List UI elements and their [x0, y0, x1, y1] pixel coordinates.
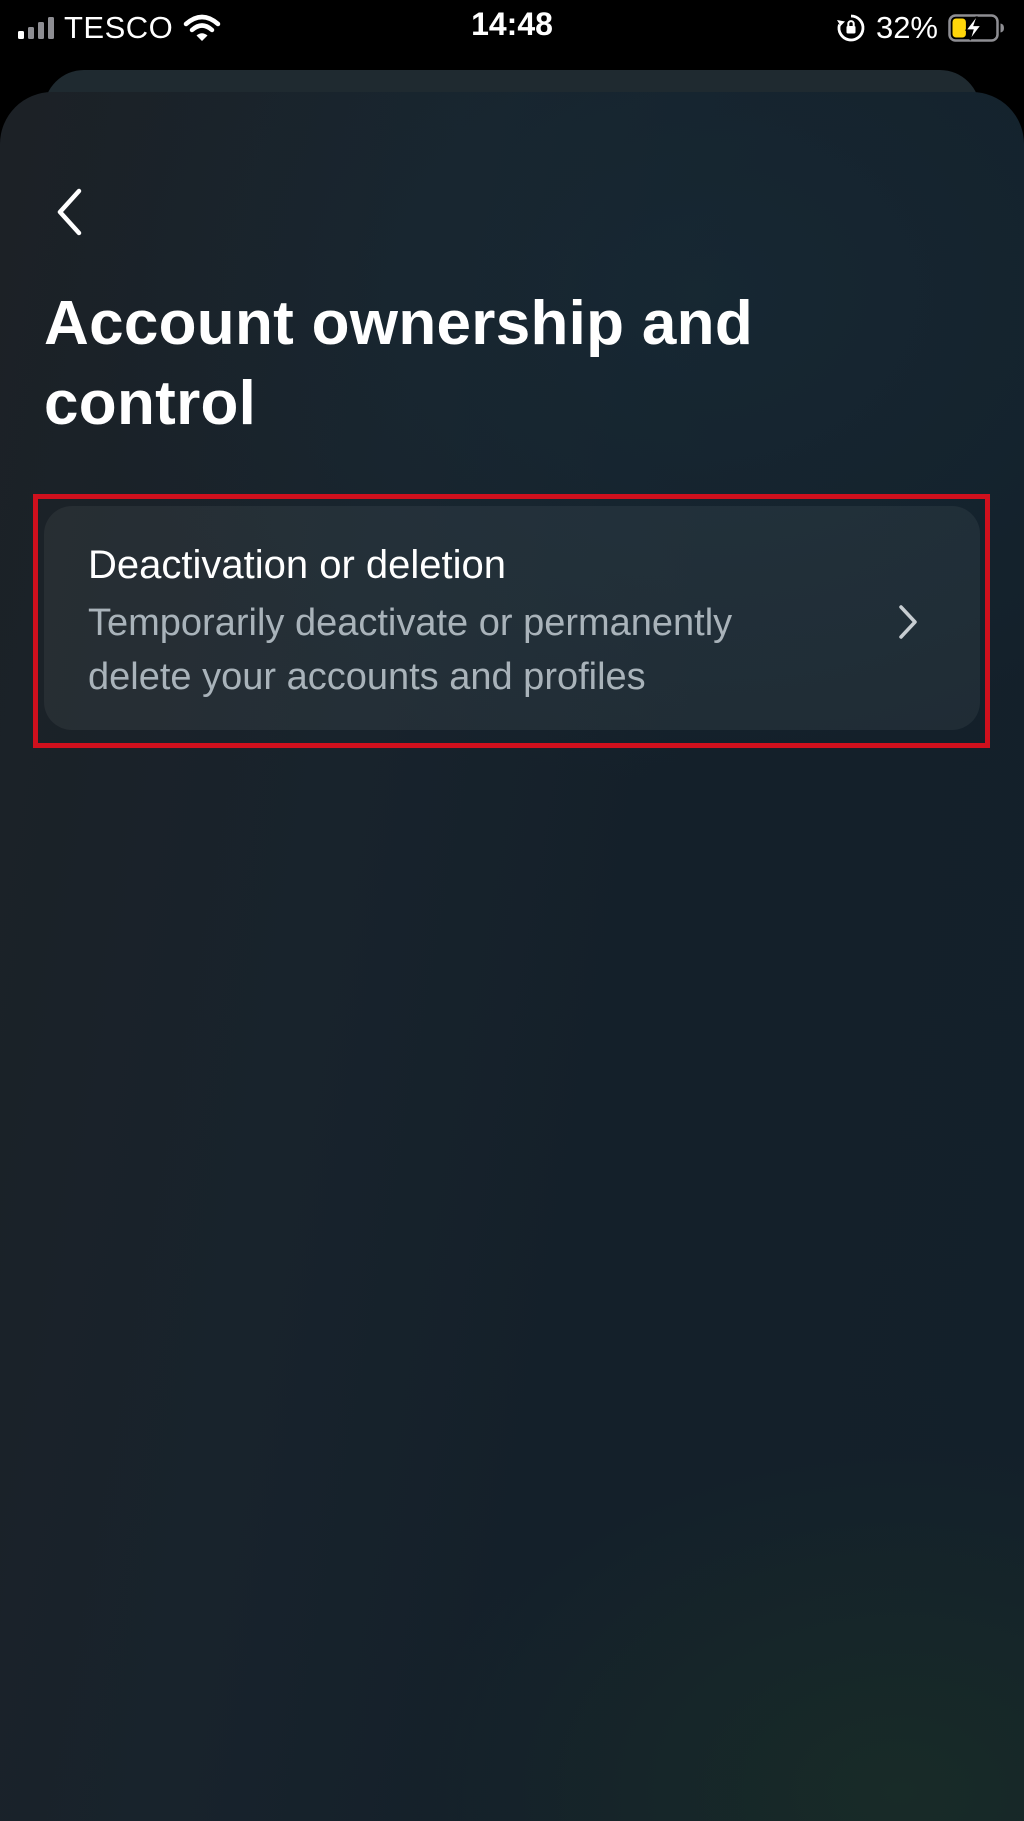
page-title: Account ownership and control: [44, 289, 754, 438]
status-right: 32%: [836, 8, 1006, 48]
battery-charging-icon: [948, 14, 1004, 42]
rotation-lock-icon: [836, 14, 865, 42]
chevron-right-icon: [899, 605, 917, 639]
option-description: Temporarily deactivate or permanently de…: [88, 602, 733, 698]
status-bar: TESCO 14:48 32%: [0, 0, 1024, 60]
deactivation-or-deletion-option[interactable]: Deactivation or deletion Temporarily dea…: [44, 506, 980, 730]
settings-sheet: Account ownership and control Deactivati…: [0, 92, 1024, 1821]
chevron-left-icon[interactable]: [53, 187, 87, 237]
back-button[interactable]: [40, 182, 100, 242]
battery-percent: 32%: [875, 10, 938, 45]
option-title: Deactivation or deletion: [88, 543, 507, 587]
